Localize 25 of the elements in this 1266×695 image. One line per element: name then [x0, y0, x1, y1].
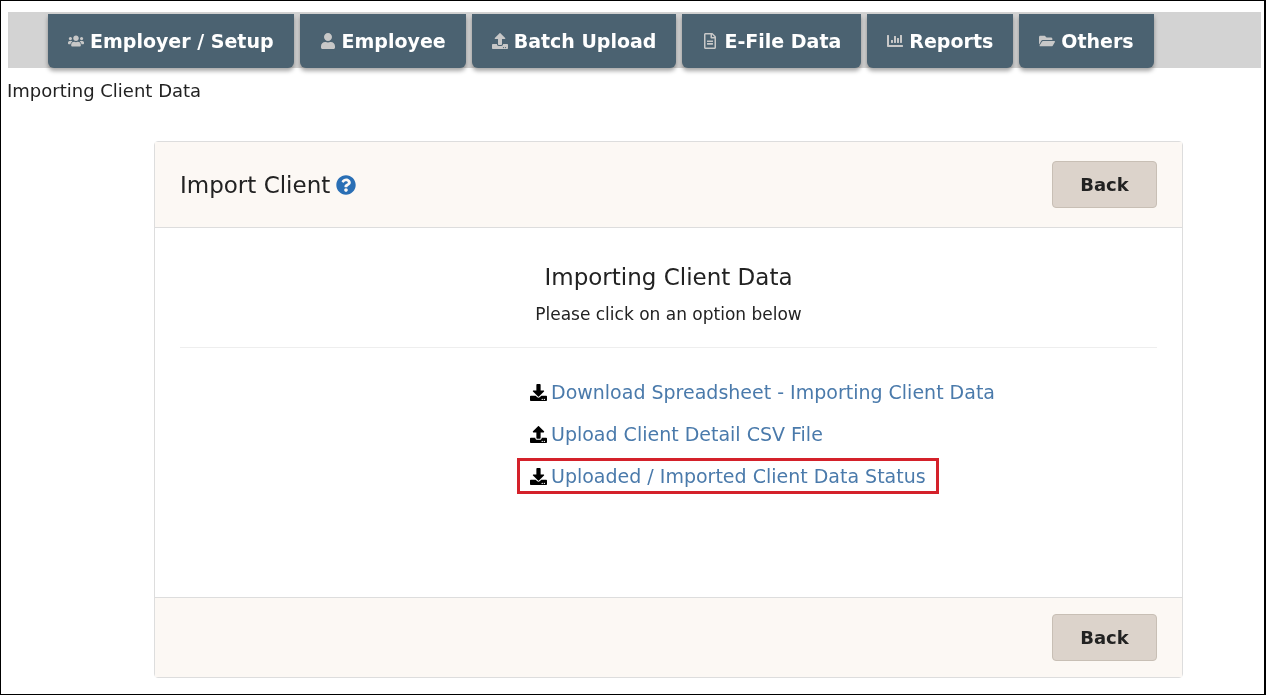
option-link[interactable]: Uploaded / Imported Client Data Status	[517, 458, 939, 494]
section-subheading: Please click on an option below	[535, 304, 802, 324]
nav-tab[interactable]: Reports	[867, 14, 1014, 68]
document-icon	[702, 33, 719, 49]
nav-tab[interactable]: Employee	[299, 14, 466, 68]
help-icon[interactable]	[336, 174, 357, 195]
download-icon	[530, 383, 547, 401]
nav-tab[interactable]: Employer / Setup	[48, 14, 294, 68]
card-title: Import Client	[180, 171, 331, 198]
option-link[interactable]: Upload Client Detail CSV File	[517, 416, 836, 452]
nav-tab[interactable]: Batch Upload	[471, 14, 677, 68]
bar-chart-icon	[887, 33, 904, 49]
section-heading: Importing Client Data	[544, 264, 793, 290]
upload-icon	[530, 425, 547, 443]
users-icon	[68, 33, 84, 49]
folder-icon	[1039, 33, 1056, 49]
nav-tab[interactable]: E-File Data	[682, 14, 862, 68]
page-title: Importing Client Data	[6, 79, 203, 101]
upload-icon	[491, 33, 508, 49]
option-link[interactable]: Download Spreadsheet - Importing Client Data	[517, 374, 1008, 410]
back-button[interactable]: Back	[1052, 614, 1157, 661]
download-icon	[530, 467, 547, 485]
back-button[interactable]: Back	[1052, 161, 1157, 208]
nav-tab[interactable]: Others	[1019, 14, 1154, 68]
user-icon	[319, 33, 336, 49]
